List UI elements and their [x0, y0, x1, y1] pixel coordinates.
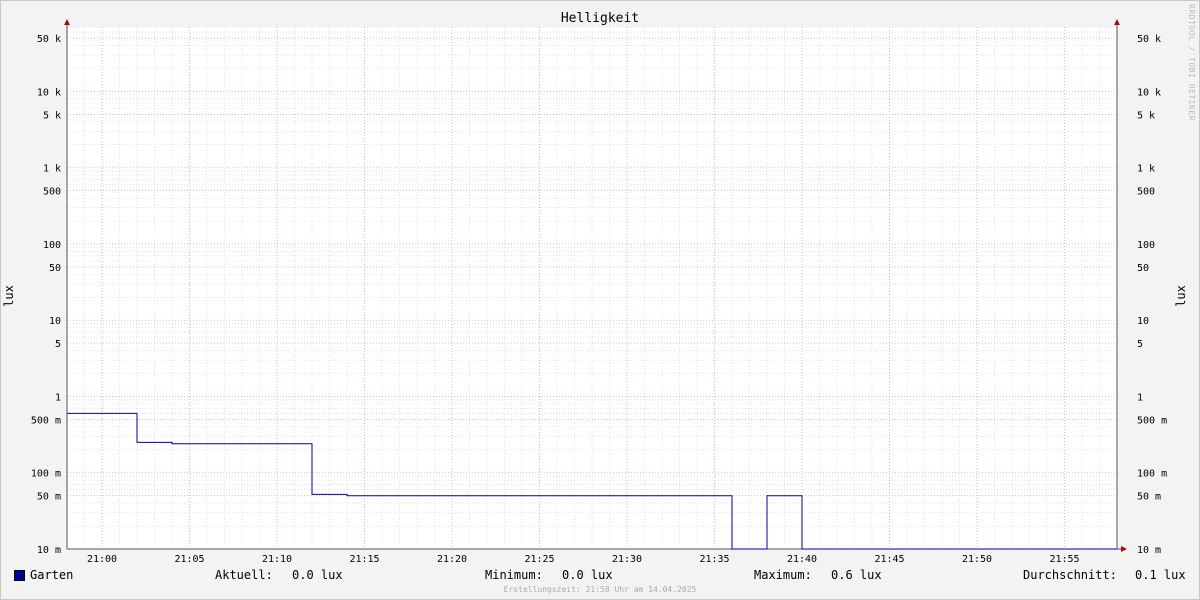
- y-axis-label-right: lux: [1173, 285, 1188, 307]
- x-tick-label: 21:30: [612, 554, 642, 565]
- x-tick-label: 21:40: [787, 554, 817, 565]
- legend-max-value: 0.6 lux: [831, 568, 882, 582]
- x-tick-label: 21:05: [174, 554, 204, 565]
- y-tick-label-right: 10 m: [1137, 545, 1161, 556]
- legend-min-value: 0.0 lux: [562, 568, 613, 582]
- y-tick-label-left: 1 k: [43, 164, 61, 175]
- y-tick-label-right: 10: [1137, 316, 1149, 327]
- y-tick-label-left: 50: [49, 263, 61, 274]
- y-tick-label-left: 500 m: [31, 415, 61, 426]
- chart-svg: 21:00 21:05 21:10 21:15 21:20 21:25 21:30 21:35…: [31, 19, 1167, 565]
- y-tick-label-left: 1: [55, 392, 61, 403]
- y-tick-label-right: 5: [1137, 339, 1143, 350]
- y-tick-label-right: 1 k: [1137, 164, 1155, 175]
- legend-avg-value: 0.1 lux: [1135, 568, 1186, 582]
- y-tick-label-left: 50 k: [37, 34, 61, 45]
- x-axis-arrow: [1121, 546, 1127, 552]
- legend-current-value: 0.0 lux: [292, 568, 343, 582]
- y-tick-label-left: 5: [55, 339, 61, 350]
- y-tick-label-left: 50 m: [37, 492, 61, 503]
- x-tick-label: 21:45: [874, 554, 904, 565]
- legend-min-label: Minimum:: [485, 568, 543, 582]
- y-tick-label-right: 50: [1137, 263, 1149, 274]
- y-tick-label-left: 10: [49, 316, 61, 327]
- x-tick-label: 21:10: [262, 554, 292, 565]
- y-tick-label-left: 100 m: [31, 469, 61, 480]
- y-tick-label-left: 500: [43, 187, 61, 198]
- x-tick-label: 21:00: [87, 554, 117, 565]
- legend-swatch: [14, 570, 25, 581]
- legend-max-label: Maximum:: [754, 568, 812, 582]
- y-tick-label-right: 5 k: [1137, 110, 1155, 121]
- y-tick-label-right: 10 k: [1137, 87, 1161, 98]
- x-tick-label: 21:50: [962, 554, 992, 565]
- y-tick-label-right: 100 m: [1137, 469, 1167, 480]
- legend-avg-label: Durchschnitt:: [1023, 568, 1117, 582]
- x-tick-label: 21:25: [524, 554, 554, 565]
- y-tick-label-left: 10 k: [37, 87, 61, 98]
- y-tick-label-right: 50 k: [1137, 34, 1161, 45]
- chart-title: Helligkeit: [560, 11, 640, 26]
- y-tick-label-left: 10 m: [37, 545, 61, 556]
- creation-timestamp: Erstellungszeit: 21:58 Uhr am 14.04.2025: [503, 585, 697, 594]
- x-tick-label: 21:35: [699, 554, 729, 565]
- y-tick-label-left: 5 k: [43, 110, 61, 121]
- rrdtool-watermark: RRDTOOL / TOBI OETIKER: [1187, 4, 1196, 121]
- y-tick-label-left: 100: [43, 240, 61, 251]
- x-tick-label: 21:15: [349, 554, 379, 565]
- y-tick-label-right: 1: [1137, 392, 1143, 403]
- y-tick-label-right: 100: [1137, 240, 1155, 251]
- y-tick-label-right: 500 m: [1137, 415, 1167, 426]
- legend-current-label: Aktuell:: [215, 568, 273, 582]
- y-tick-label-right: 50 m: [1137, 492, 1161, 503]
- x-tick-label: 21:55: [1049, 554, 1079, 565]
- legend-series-name: Garten: [30, 568, 74, 582]
- x-tick-label: 21:20: [437, 554, 467, 565]
- y-axis-label-left: lux: [1, 285, 16, 307]
- y-tick-label-right: 500: [1137, 187, 1155, 198]
